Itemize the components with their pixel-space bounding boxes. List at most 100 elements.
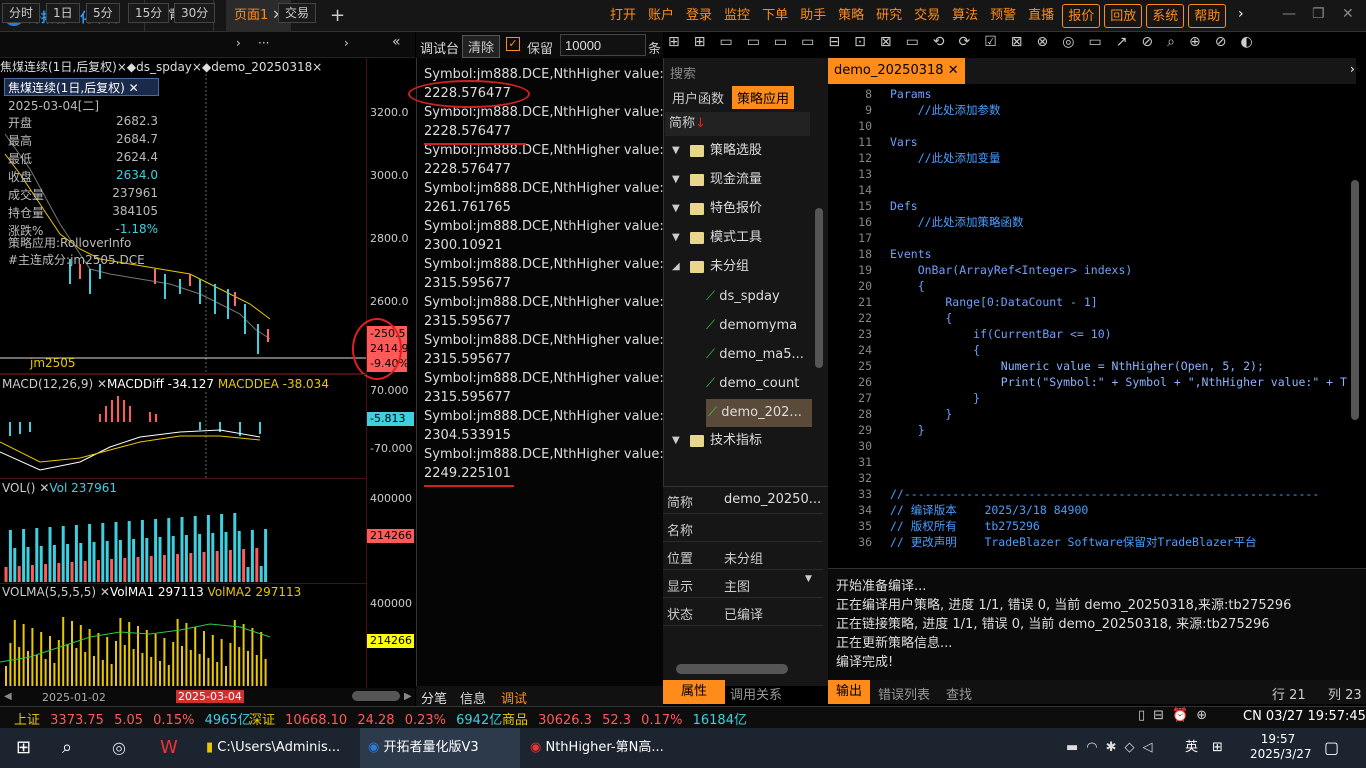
- tree-folder[interactable]: ▼ 策略选股: [672, 137, 762, 165]
- close-icon[interactable]: ✕: [129, 81, 139, 95]
- taskbar-tb[interactable]: ◉ 开拓者量化版V3: [360, 728, 520, 768]
- menu-quote[interactable]: 报价: [1062, 4, 1101, 28]
- dropdown-icon[interactable]: ▼: [805, 574, 812, 584]
- tree-leaf[interactable]: ⟋ demo_ma5...: [706, 341, 804, 369]
- tab-error-list[interactable]: 错误列表: [878, 684, 930, 703]
- editor-toolbar[interactable]: ⊞⊞▭▭▭▭⊟⊡⊠▭⟲⟳☑⊠⊗◎▭↗⊘⌕⊕⊘◐: [668, 34, 1366, 56]
- prop-value[interactable]: 未分组: [724, 548, 763, 567]
- tree-folder[interactable]: ▼ 现金流量: [672, 166, 762, 194]
- tab-user-functions[interactable]: 用户函数: [667, 86, 729, 109]
- annotation-underline: [424, 485, 514, 487]
- scroll-left-icon[interactable]: ◀: [4, 691, 12, 702]
- line-number: 31: [858, 455, 872, 469]
- tab-ticks[interactable]: 分笔: [421, 688, 447, 707]
- expand-icon: ▼: [672, 203, 680, 214]
- status-icons[interactable]: ▯⊟⏰⊕: [1138, 708, 1215, 723]
- editor-tab[interactable]: demo_20250318 ✕: [828, 58, 965, 84]
- menu-research[interactable]: 研究: [870, 4, 908, 28]
- prop-value[interactable]: 主图: [724, 576, 750, 595]
- more-icon[interactable]: ···: [258, 36, 269, 50]
- index-commodity[interactable]: 商品 30626.3 52.3 0.17% 16184亿: [502, 709, 747, 728]
- app-icon[interactable]: ◎: [112, 728, 126, 768]
- menu-strategy[interactable]: 策略: [832, 4, 870, 28]
- menu-account[interactable]: 账户: [642, 4, 680, 28]
- tray-icons[interactable]: ▬◠✱◇◁: [1066, 728, 1161, 768]
- tree-header[interactable]: 简称↓: [665, 112, 810, 136]
- close-icon[interactable]: ✕: [948, 63, 959, 78]
- index-shanghai[interactable]: 上证 3373.75 5.05 0.15% 4965亿: [14, 709, 251, 728]
- collapse-left-icon[interactable]: «: [392, 34, 401, 50]
- chart-tabs[interactable]: 焦煤连续(1日,后复权)×◆ds_spday×◆demo_20250318×: [0, 58, 415, 74]
- menu-login[interactable]: 登录: [680, 4, 718, 28]
- debug-title: 调试台: [420, 42, 460, 57]
- menu-algo[interactable]: 算法: [946, 4, 984, 28]
- menu-alert[interactable]: 预警: [984, 4, 1022, 28]
- prop-value[interactable]: demo_20250...: [724, 492, 821, 507]
- chevron-right-icon[interactable]: ›: [1350, 62, 1355, 76]
- code-line: 12 //此处添加变量: [832, 150, 1000, 166]
- window-close-icon[interactable]: ✕: [1342, 6, 1354, 22]
- chevron-right-icon[interactable]: ›: [344, 36, 349, 50]
- menu-trade[interactable]: 交易: [908, 4, 946, 28]
- keep-checkbox[interactable]: ✓: [506, 37, 520, 51]
- tree-folder[interactable]: ▼ 模式工具: [672, 224, 762, 252]
- menu-monitor[interactable]: 监控: [718, 4, 756, 28]
- close-icon[interactable]: ✕: [97, 377, 107, 391]
- close-icon[interactable]: ✕: [100, 585, 110, 599]
- tree-leaf-selected[interactable]: ⟋ demo_202...: [706, 399, 812, 427]
- tree-leaf[interactable]: ⟋ ds_spday: [706, 283, 780, 311]
- tab-debug[interactable]: 调试: [501, 688, 527, 707]
- menu-order[interactable]: 下单: [756, 4, 794, 28]
- tree-leaf[interactable]: ⟋ demomyma: [706, 312, 797, 340]
- tree-folder[interactable]: ◢ 未分组: [672, 253, 749, 281]
- ime-indicator[interactable]: 英: [1185, 728, 1198, 768]
- period-15m[interactable]: 15分: [128, 3, 170, 23]
- tree-folder[interactable]: ▼ 特色报价: [672, 195, 762, 223]
- close-icon[interactable]: ✕: [39, 481, 49, 495]
- menu-live[interactable]: 直播: [1022, 4, 1060, 28]
- search-label[interactable]: 搜索: [670, 63, 696, 82]
- chevron-right-icon[interactable]: ›: [1238, 6, 1244, 22]
- props-scrollbar[interactable]: [676, 664, 788, 674]
- info-title: 焦煤连续(1日,后复权) ✕: [4, 78, 159, 96]
- editor-scrollbar[interactable]: [1351, 180, 1359, 420]
- maximize-icon[interactable]: ❐: [1312, 6, 1325, 22]
- chevron-right-icon[interactable]: ›: [236, 36, 241, 50]
- ime-grid-icon[interactable]: ⊞: [1212, 728, 1223, 768]
- wps-icon[interactable]: W: [160, 728, 178, 768]
- period-tick[interactable]: 分时: [2, 3, 41, 23]
- period-5m[interactable]: 5分: [86, 3, 120, 23]
- clear-button[interactable]: 清除: [462, 35, 501, 58]
- menu-open[interactable]: 打开: [604, 4, 642, 28]
- add-tab-icon[interactable]: +: [322, 0, 353, 32]
- tab-strategy-apps[interactable]: 策略应用: [732, 86, 795, 109]
- tab-output[interactable]: 输出: [828, 680, 870, 704]
- period-1d[interactable]: 1日: [46, 3, 80, 23]
- minimize-icon[interactable]: —: [1282, 6, 1296, 22]
- tab-info[interactable]: 信息: [460, 688, 486, 707]
- menu-replay[interactable]: 回放: [1104, 4, 1143, 28]
- index-shenzhen[interactable]: 深证 10668.10 24.28 0.23% 6942亿: [249, 709, 502, 728]
- tab-find[interactable]: 查找: [946, 684, 972, 703]
- menu-help[interactable]: 帮助: [1188, 4, 1227, 28]
- taskbar-explorer[interactable]: ▮ C:\Users\Adminis...: [206, 728, 340, 768]
- system-clock[interactable]: 19:57 2025/3/27: [1250, 732, 1312, 762]
- horizontal-scrollbar[interactable]: [352, 691, 400, 701]
- tree-leaf[interactable]: ⟋ demo_count: [706, 370, 799, 398]
- menu-system[interactable]: 系统: [1146, 4, 1185, 28]
- tab-call-relations[interactable]: 调用关系: [730, 684, 782, 703]
- axis-tick: 70.000: [370, 384, 409, 397]
- taskbar-chrome[interactable]: ◉ NthHigher-第N高...: [530, 728, 664, 768]
- prop-value[interactable]: 已编译: [724, 604, 763, 623]
- search-icon[interactable]: ⌕: [62, 728, 72, 768]
- menu-assistant[interactable]: 助手: [794, 4, 832, 28]
- trade-button[interactable]: 交易: [278, 3, 317, 23]
- windows-start-icon[interactable]: ⊞: [16, 728, 31, 768]
- scroll-right-icon[interactable]: ▶: [404, 691, 412, 702]
- tree-scrollbar[interactable]: [815, 208, 823, 368]
- tree-folder[interactable]: ▼ 技术指标: [672, 427, 762, 455]
- period-30m[interactable]: 30分: [174, 3, 216, 23]
- notification-icon[interactable]: ▢: [1324, 728, 1339, 768]
- tab-properties[interactable]: 属性: [663, 680, 725, 704]
- keep-count-input[interactable]: [560, 34, 646, 56]
